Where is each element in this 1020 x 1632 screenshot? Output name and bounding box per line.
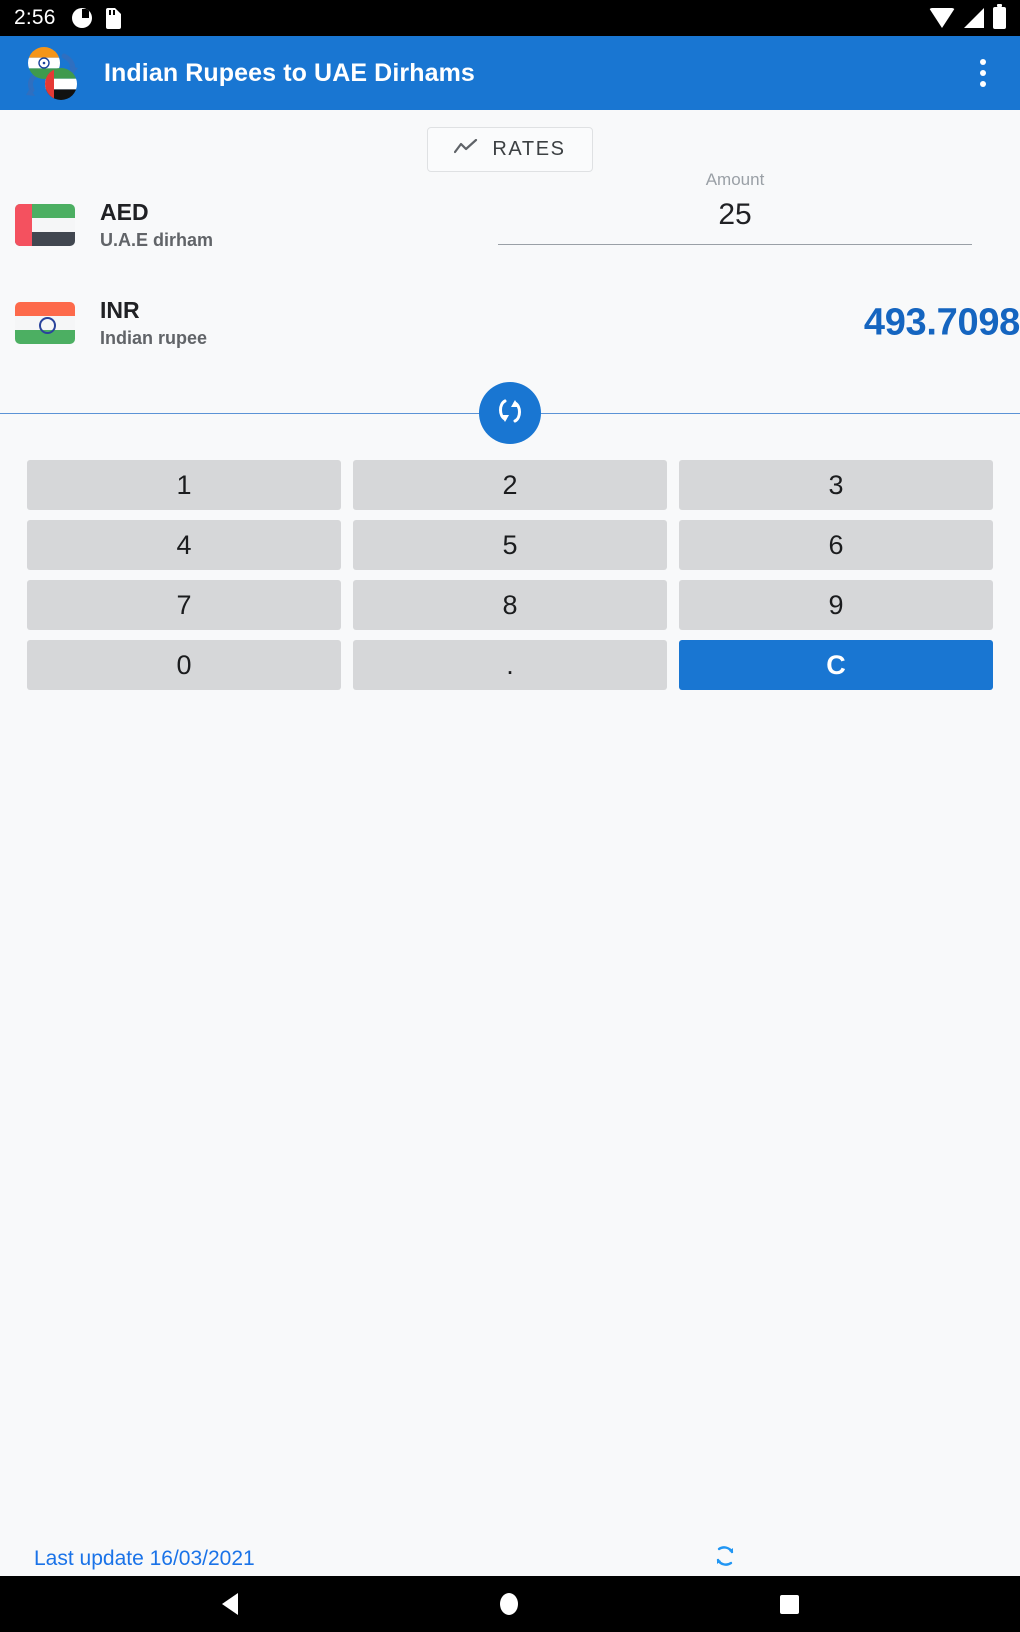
keypad-row: 1 2 3: [27, 460, 993, 510]
swap-currencies-button[interactable]: [479, 382, 541, 444]
wifi-icon: [929, 8, 955, 28]
swap-divider: [0, 374, 1020, 452]
status-bar-left-icons: [71, 7, 121, 29]
keypad-row: 4 5 6: [27, 520, 993, 570]
system-navigation-bar: [0, 1576, 1020, 1632]
currency-row-to[interactable]: INR Indian rupee 493.7098: [0, 286, 1020, 360]
currency-row-from[interactable]: AED U.A.E dirham Amount 25: [0, 170, 1020, 262]
currency-to-name: Indian rupee: [100, 327, 208, 348]
key-1[interactable]: 1: [27, 460, 341, 510]
keypad-row: 7 8 9: [27, 580, 993, 630]
refresh-rates-button[interactable]: [710, 1541, 740, 1576]
amount-field-group[interactable]: Amount 25: [498, 170, 972, 245]
key-7[interactable]: 7: [27, 580, 341, 630]
key-clear[interactable]: C: [679, 640, 993, 690]
currency-to-code: INR: [100, 297, 140, 324]
footer-bar: Last update 16/03/2021: [0, 1541, 1020, 1576]
converted-result: 493.7098: [863, 301, 1020, 344]
amount-input[interactable]: 25: [498, 190, 972, 245]
last-update-label: Last update 16/03/2021: [34, 1546, 255, 1570]
numeric-keypad: 1 2 3 4 5 6 7 8 9 0 . C: [0, 452, 1020, 690]
key-3[interactable]: 3: [679, 460, 993, 510]
swap-vertical-icon: [493, 394, 527, 433]
rates-toolbar: RATES: [0, 110, 1020, 172]
status-bar-clock: 2:56: [14, 6, 56, 29]
key-8[interactable]: 8: [353, 580, 667, 630]
key-decimal[interactable]: .: [353, 640, 667, 690]
status-bar: 2:56: [0, 0, 1020, 36]
key-6[interactable]: 6: [679, 520, 993, 570]
recents-icon[interactable]: [779, 1594, 799, 1614]
key-4[interactable]: 4: [27, 520, 341, 570]
cellular-signal-icon: [964, 8, 984, 28]
app-bar: Indian Rupees to UAE Dirhams: [0, 36, 1020, 110]
key-0[interactable]: 0: [27, 640, 341, 690]
battery-icon: [993, 4, 1006, 29]
currency-from-name: U.A.E dirham: [100, 229, 214, 250]
do-not-disturb-icon: [71, 8, 92, 28]
key-9[interactable]: 9: [679, 580, 993, 630]
trend-line-icon: [454, 138, 478, 161]
uae-flag-icon: [15, 204, 75, 246]
currency-from-code: AED: [100, 199, 149, 226]
status-bar-right-icons: [929, 4, 1006, 29]
key-5[interactable]: 5: [353, 520, 667, 570]
currency-from-text: AED U.A.E dirham: [100, 199, 213, 250]
home-icon[interactable]: [499, 1593, 518, 1615]
app-screen: 2:56 Indian Rupees to UAE Dirhams RATES …: [0, 0, 1020, 1632]
amount-label: Amount: [705, 170, 765, 189]
rates-button[interactable]: RATES: [427, 127, 593, 172]
app-logo-flags-icon: [20, 42, 82, 104]
keypad-row: 0 . C: [27, 640, 993, 690]
page-title: Indian Rupees to UAE Dirhams: [104, 58, 475, 87]
sd-card-icon: [105, 7, 121, 29]
india-flag-icon: [15, 302, 75, 344]
back-icon[interactable]: [221, 1593, 238, 1615]
more-options-icon[interactable]: [966, 50, 1000, 96]
refresh-icon: [710, 1546, 740, 1575]
key-2[interactable]: 2: [353, 460, 667, 510]
currency-to-text: INR Indian rupee: [100, 297, 207, 348]
rates-button-label: RATES: [492, 138, 566, 160]
